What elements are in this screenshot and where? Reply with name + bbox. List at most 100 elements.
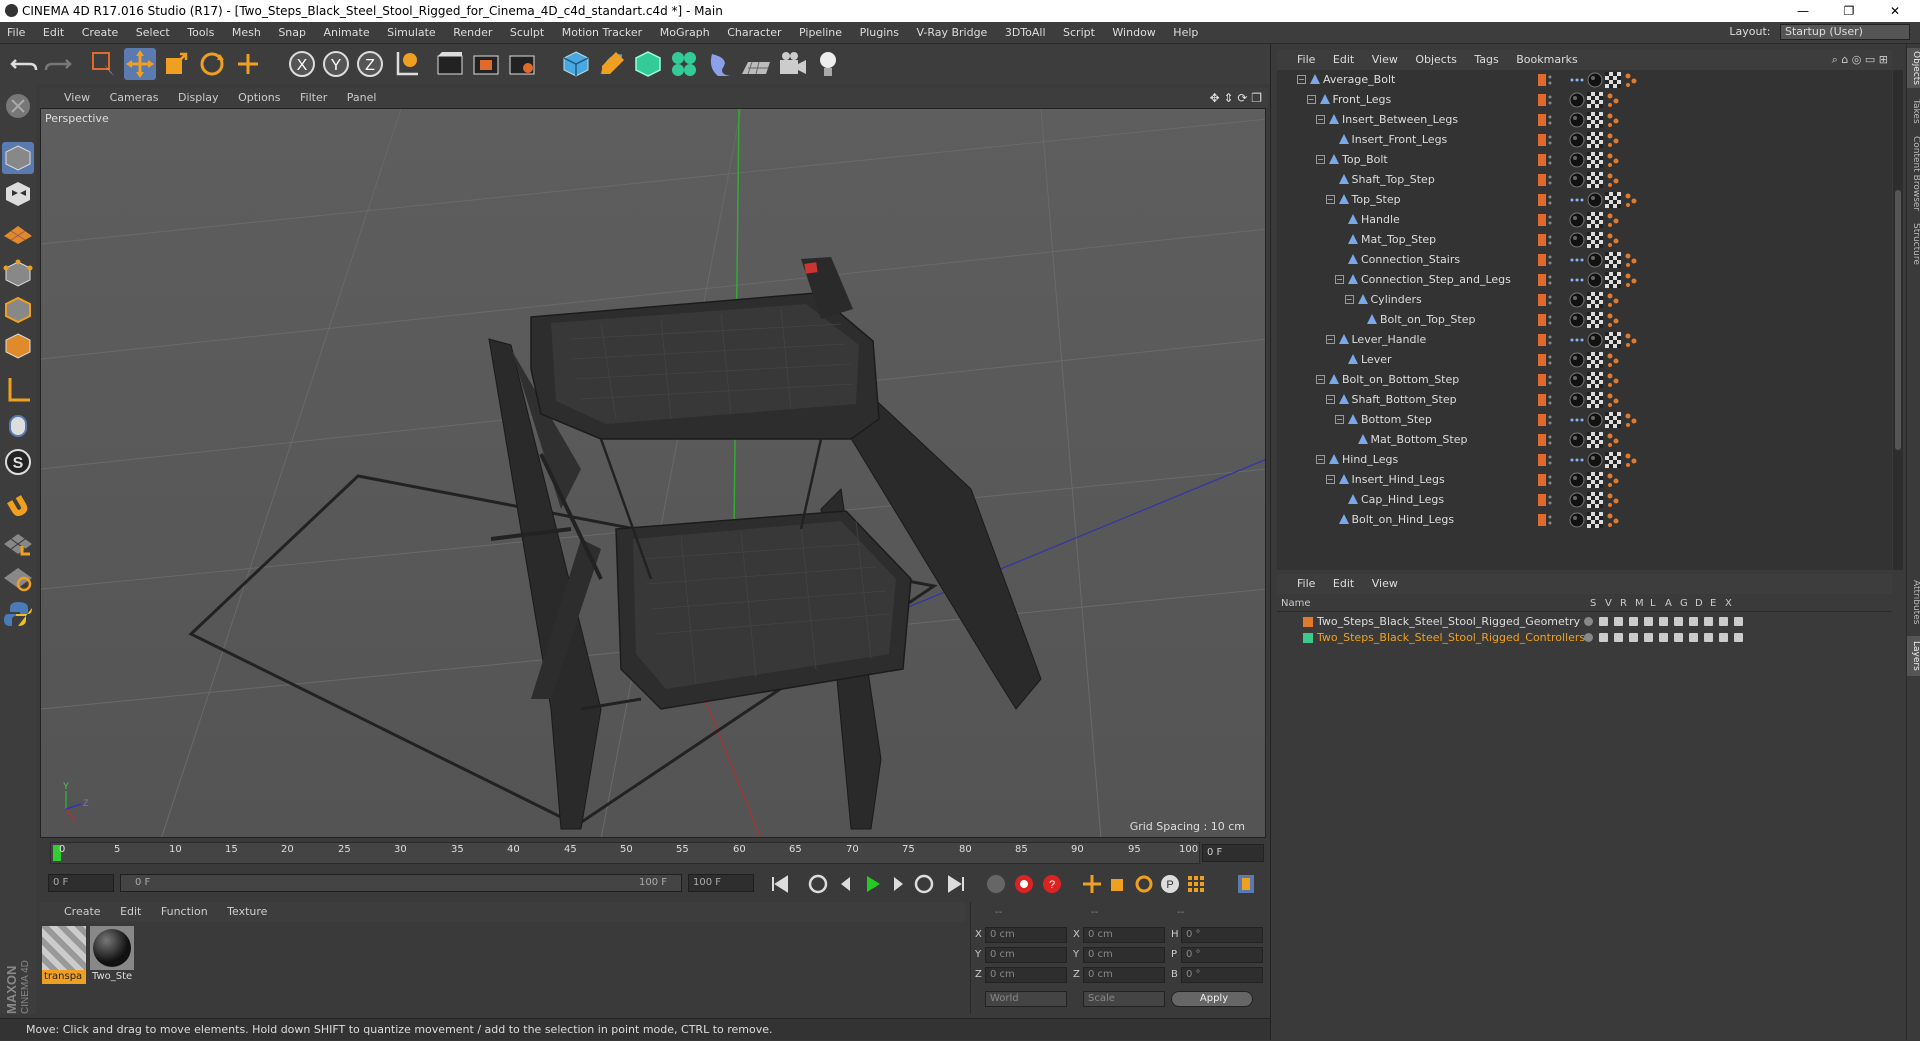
previous-frame-icon[interactable] — [834, 872, 858, 896]
material-tag-icon[interactable] — [1569, 132, 1585, 148]
expressions-icon[interactable] — [1704, 617, 1713, 626]
timeline-ruler[interactable]: 0 5 10 15 20 25 30 35 40 45 50 55 60 65 … — [50, 842, 1200, 864]
object-name[interactable]: Insert_Front_Legs — [1352, 133, 1448, 146]
object-row[interactable]: − Front_Legs — [1277, 90, 1892, 110]
checker-tag-icon[interactable] — [1587, 92, 1603, 108]
layer-color-icon[interactable] — [1538, 194, 1546, 206]
collapse-toggle[interactable]: − — [1316, 155, 1325, 164]
layer-col-g[interactable]: G — [1680, 598, 1688, 609]
layer-color-icon[interactable] — [1538, 274, 1546, 286]
visibility-dots-icon[interactable] — [1548, 75, 1552, 85]
checker-tag-icon[interactable] — [1587, 312, 1603, 328]
apply-button[interactable]: Apply — [1171, 991, 1253, 1007]
object-name[interactable]: Shaft_Top_Step — [1352, 173, 1435, 186]
object-name[interactable]: Front_Legs — [1333, 93, 1392, 106]
key-position-icon[interactable] — [1080, 872, 1104, 896]
ik-tag-icon[interactable] — [1605, 352, 1621, 368]
constraint-tag-icon[interactable] — [1569, 192, 1585, 208]
layer-color-swatch[interactable] — [1303, 617, 1313, 627]
objects-menu-view[interactable]: View — [1365, 50, 1405, 70]
object-row[interactable]: Connection_Stairs — [1277, 250, 1892, 270]
visibility-dots-icon[interactable] — [1548, 515, 1552, 525]
material-menu-create[interactable]: Create — [40, 902, 109, 922]
checker-tag-icon[interactable] — [1587, 172, 1603, 188]
y-axis-icon[interactable]: Y — [320, 48, 352, 80]
layer-color-icon[interactable] — [1538, 514, 1546, 526]
object-name[interactable]: Top_Step — [1352, 193, 1401, 206]
menu-3dtoall[interactable]: 3DToAll — [998, 22, 1053, 44]
subdivision-icon[interactable] — [632, 48, 664, 80]
ik-tag-icon[interactable] — [1605, 312, 1621, 328]
object-name[interactable]: Lever_Handle — [1352, 333, 1427, 346]
object-manager-nav-icons[interactable]: ⌕ ⌂ ◎ ▭ ⊞ — [1832, 53, 1888, 67]
menu-character[interactable]: Character — [720, 22, 788, 44]
material-tag-icon[interactable] — [1569, 172, 1585, 188]
next-frame-icon[interactable] — [886, 872, 910, 896]
manager-icon[interactable] — [1629, 633, 1638, 642]
visibility-dots-icon[interactable] — [1548, 335, 1552, 345]
previous-key-icon[interactable] — [806, 872, 830, 896]
layer-color-icon[interactable] — [1538, 374, 1546, 386]
material-tag-icon[interactable] — [1569, 352, 1585, 368]
current-frame-field[interactable]: 0 F — [1202, 844, 1264, 862]
ik-tag-icon[interactable] — [1605, 512, 1621, 528]
visibility-dots-icon[interactable] — [1548, 475, 1552, 485]
material-tag-icon[interactable] — [1569, 392, 1585, 408]
size-z-field[interactable]: 0 cm — [1083, 967, 1165, 983]
extra-icon[interactable] — [1734, 633, 1743, 642]
visibility-dots-icon[interactable] — [1548, 235, 1552, 245]
ik-tag-icon[interactable] — [1623, 72, 1639, 88]
ik-tag-icon[interactable] — [1605, 292, 1621, 308]
constraint-tag-icon[interactable] — [1569, 72, 1585, 88]
next-key-icon[interactable] — [912, 872, 936, 896]
polygons-mode-icon[interactable] — [2, 330, 34, 362]
move-icon[interactable] — [124, 48, 156, 80]
object-name[interactable]: Cylinders — [1371, 293, 1422, 306]
tab-attributes[interactable]: Attributes — [1907, 574, 1920, 630]
collapse-toggle[interactable]: − — [1306, 95, 1316, 104]
material-tag-icon[interactable] — [1569, 112, 1585, 128]
rotate-icon[interactable] — [196, 48, 228, 80]
checker-tag-icon[interactable] — [1605, 192, 1621, 208]
collapse-toggle[interactable]: − — [1335, 415, 1344, 424]
checker-tag-icon[interactable] — [1605, 452, 1621, 468]
viewport-menu-display[interactable]: Display — [170, 88, 227, 108]
ik-tag-icon[interactable] — [1605, 232, 1621, 248]
world-coordinates-icon[interactable] — [390, 48, 422, 80]
checker-tag-icon[interactable] — [1587, 132, 1603, 148]
menu-mesh[interactable]: Mesh — [225, 22, 268, 44]
autokey-icon[interactable]: ? — [1040, 872, 1064, 896]
object-row[interactable]: − Bottom_Step — [1277, 410, 1892, 430]
xref-icon[interactable] — [1719, 633, 1728, 642]
rotation-b-field[interactable]: 0 ° — [1181, 967, 1263, 983]
tab-objects[interactable]: Objects — [1907, 48, 1920, 88]
checker-tag-icon[interactable] — [1587, 472, 1603, 488]
material-tag-icon[interactable] — [1587, 192, 1603, 208]
layer-color-icon[interactable] — [1538, 494, 1546, 506]
checker-tag-icon[interactable] — [1587, 232, 1603, 248]
layer-color-icon[interactable] — [1538, 114, 1546, 126]
expressions-icon[interactable] — [1704, 633, 1713, 642]
visibility-dots-icon[interactable] — [1548, 155, 1552, 165]
visibility-dots-icon[interactable] — [1548, 455, 1552, 465]
ik-tag-icon[interactable] — [1605, 132, 1621, 148]
undo-icon[interactable] — [8, 48, 40, 80]
object-tree-scrollbar[interactable] — [1893, 70, 1903, 570]
ik-tag-icon[interactable] — [1623, 272, 1639, 288]
object-row[interactable]: − Bolt_on_Bottom_Step — [1277, 370, 1892, 390]
object-row[interactable]: Lever — [1277, 350, 1892, 370]
view-icon[interactable] — [1599, 633, 1608, 642]
checker-tag-icon[interactable] — [1587, 392, 1603, 408]
material-tag-icon[interactable] — [1569, 312, 1585, 328]
collapse-toggle[interactable]: − — [1316, 375, 1325, 384]
layer-color-icon[interactable] — [1538, 394, 1546, 406]
object-row[interactable]: − Average_Bolt — [1277, 70, 1892, 90]
render-view-icon[interactable] — [434, 48, 466, 80]
floor-icon[interactable] — [740, 48, 772, 80]
material-tag-icon[interactable] — [1587, 252, 1603, 268]
object-name[interactable]: Insert_Hind_Legs — [1352, 473, 1445, 486]
viewport-menu-panel[interactable]: Panel — [339, 88, 385, 108]
object-name[interactable]: Connection_Stairs — [1361, 253, 1460, 266]
ik-tag-icon[interactable] — [1605, 372, 1621, 388]
deformers-icon[interactable] — [1689, 617, 1698, 626]
